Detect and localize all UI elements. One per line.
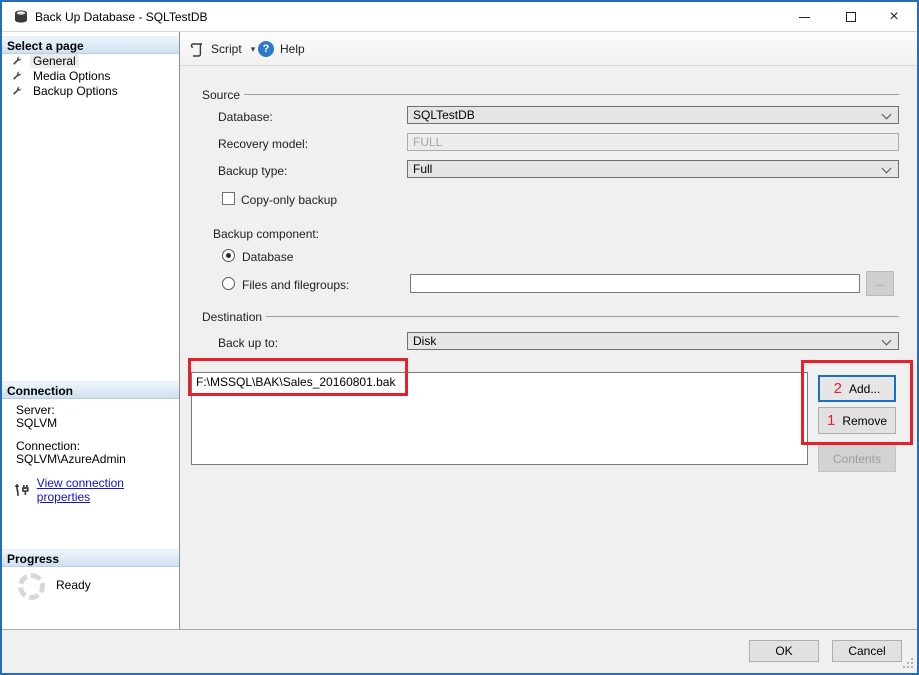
remove-button-label: Remove <box>842 414 887 428</box>
sidebar-item-label: Media Options <box>30 69 113 83</box>
back-up-to-value: Disk <box>413 334 436 348</box>
contents-button: Contents <box>818 445 896 472</box>
remove-button[interactable]: 1 Remove <box>818 407 896 434</box>
script-label: Script <box>211 42 242 56</box>
ok-button[interactable]: OK <box>749 640 819 662</box>
footer: OK Cancel <box>2 629 917 673</box>
add-button[interactable]: 2 Add... <box>818 375 896 402</box>
server-label: Server: <box>16 403 55 417</box>
source-group-label: Source <box>202 88 240 102</box>
sidebar-item-label: General <box>30 54 79 68</box>
help-button[interactable]: ? Help <box>254 38 309 60</box>
files-and-filegroups-input[interactable] <box>410 274 860 293</box>
connection-header: Connection <box>2 381 179 399</box>
contents-button-label: Contents <box>833 452 881 466</box>
server-value: SQLVM <box>16 416 57 430</box>
destination-group-rule <box>266 316 899 317</box>
database-icon <box>13 9 29 25</box>
database-radio-label: Database <box>242 250 293 264</box>
backup-database-window: Back Up Database - SQLTestDB × Select a … <box>0 0 919 675</box>
wrench-icon <box>11 70 23 82</box>
recovery-model-field: FULL <box>407 133 899 151</box>
wrench-icon <box>11 85 23 97</box>
backup-component-label: Backup component: <box>213 227 319 241</box>
backup-type-label: Backup type: <box>218 164 287 178</box>
recovery-model-value: FULL <box>413 135 442 149</box>
database-radio[interactable] <box>222 249 235 262</box>
files-and-filegroups-radio[interactable] <box>222 277 235 290</box>
cancel-button[interactable]: Cancel <box>832 640 902 662</box>
backup-type-value: Full <box>413 162 432 176</box>
view-connection-properties-label: View connection properties <box>37 476 179 504</box>
minimize-icon <box>799 17 810 18</box>
connection-value: SQLVM\AzureAdmin <box>16 452 126 466</box>
help-label: Help <box>280 42 305 56</box>
chevron-down-icon <box>882 164 892 174</box>
wrench-icon <box>11 55 23 67</box>
sidebar-item-label: Backup Options <box>30 84 121 98</box>
chevron-down-icon <box>882 110 892 120</box>
backup-file-list-item[interactable]: F:\MSSQL\BAK\Sales_20160801.bak <box>192 373 807 389</box>
sidebar-item-media-options[interactable]: Media Options <box>2 68 179 83</box>
database-label: Database: <box>218 110 273 124</box>
back-up-to-select[interactable]: Disk <box>407 332 899 350</box>
copy-only-backup-checkbox[interactable] <box>222 192 235 205</box>
title-bar: Back Up Database - SQLTestDB × <box>2 2 917 32</box>
close-button[interactable]: × <box>878 2 910 32</box>
add-button-label: Add... <box>849 382 880 396</box>
main-panel: Script ▾ ? Help Source Database: SQLTest… <box>180 32 917 629</box>
maximize-icon <box>846 12 856 22</box>
database-select[interactable]: SQLTestDB <box>407 106 899 124</box>
annotation-number-1: 1 <box>827 412 835 429</box>
minimize-button[interactable] <box>788 2 820 32</box>
window-title: Back Up Database - SQLTestDB <box>35 10 208 24</box>
browse-button[interactable]: ... <box>866 271 894 296</box>
resize-grip[interactable] <box>903 658 913 668</box>
toolbar: Script ▾ ? Help <box>180 32 917 66</box>
connection-label: Connection: <box>16 439 80 453</box>
help-icon: ? <box>258 41 274 57</box>
recovery-model-label: Recovery model: <box>218 137 308 151</box>
source-group-rule <box>244 94 899 95</box>
sidebar-item-backup-options[interactable]: Backup Options <box>2 83 179 98</box>
progress-header: Progress <box>2 549 179 567</box>
sidebar-item-general[interactable]: General <box>2 53 179 68</box>
maximize-button[interactable] <box>834 2 868 32</box>
backup-destinations-listbox[interactable]: F:\MSSQL\BAK\Sales_20160801.bak <box>191 372 808 465</box>
database-value: SQLTestDB <box>413 108 475 122</box>
annotation-number-2: 2 <box>834 380 842 397</box>
files-and-filegroups-label: Files and filegroups: <box>242 278 349 292</box>
copy-only-backup-label: Copy-only backup <box>241 193 337 207</box>
select-a-page-header: Select a page <box>2 36 179 54</box>
progress-spinner-icon <box>18 573 45 600</box>
script-button[interactable]: Script ▾ <box>186 38 259 60</box>
destination-group-label: Destination <box>202 310 262 324</box>
script-icon <box>190 42 205 57</box>
connection-properties-icon <box>14 483 31 497</box>
view-connection-properties-link[interactable]: View connection properties <box>14 476 179 504</box>
progress-status: Ready <box>56 578 91 592</box>
sidebar: Select a page General Media Options Back… <box>2 32 180 629</box>
chevron-down-icon <box>882 336 892 346</box>
close-icon: × <box>889 8 898 26</box>
back-up-to-label: Back up to: <box>218 336 278 350</box>
backup-type-select[interactable]: Full <box>407 160 899 178</box>
